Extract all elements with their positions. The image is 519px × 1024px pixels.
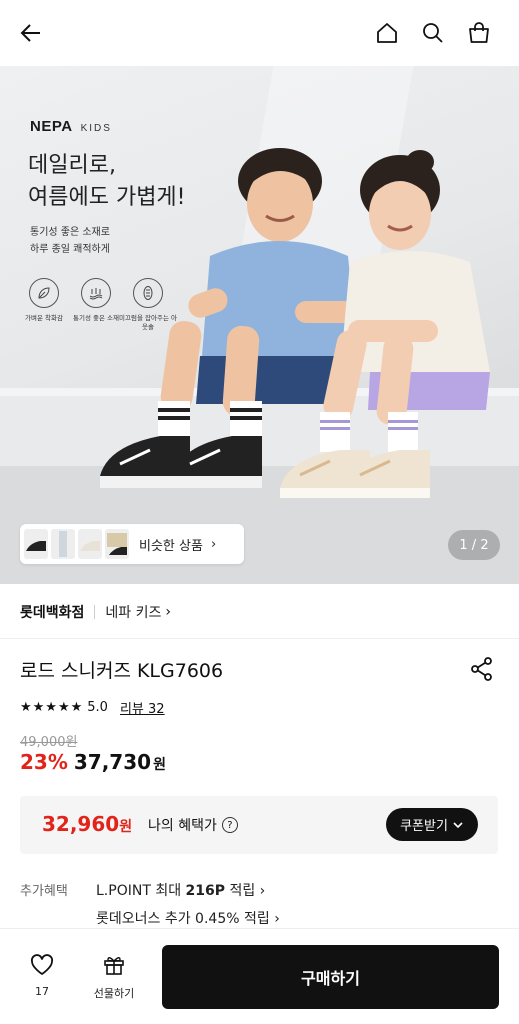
lotte-owners-benefit-link[interactable]: 롯데오너스 추가 0.45% 적립 › xyxy=(96,908,280,928)
leaf-icon xyxy=(29,278,59,308)
image-pager: 1 / 2 xyxy=(448,530,500,560)
bottom-action-bar: 17 선물하기 구매하기 xyxy=(0,928,519,1024)
coupon-button[interactable]: 쿠폰받기 xyxy=(386,808,478,841)
buy-button[interactable]: 구매하기 xyxy=(162,945,499,1009)
product-hero-image[interactable]: NEPA KIDS 데일리로, 여름에도 가볍게! 통기성 좋은 소재로 하루 … xyxy=(0,66,519,584)
chevron-right-icon: › xyxy=(165,604,171,620)
brand-row: 롯데백화점 네파 키즈 › xyxy=(20,601,171,623)
price-row: 23% 37,730 원 xyxy=(20,750,166,774)
help-icon[interactable]: ? xyxy=(221,817,238,833)
rating-row: ★★★★★ 5.0 리뷰 32 xyxy=(20,698,165,717)
shopping-bag-icon[interactable] xyxy=(464,18,494,48)
review-link[interactable]: 리뷰 32 xyxy=(120,698,165,717)
star-rating-icon: ★★★★★ xyxy=(20,700,84,715)
top-bar xyxy=(0,0,519,66)
like-button[interactable]: 17 xyxy=(22,953,62,998)
back-arrow-icon[interactable] xyxy=(16,18,46,48)
similar-thumb xyxy=(78,529,102,559)
divider xyxy=(0,638,519,639)
currency-unit: 원 xyxy=(153,757,166,773)
similar-products-button[interactable]: 비슷한 상품 › xyxy=(20,524,244,564)
share-icon[interactable] xyxy=(469,656,495,682)
chevron-down-icon xyxy=(453,821,463,828)
original-price: 49,000원 xyxy=(20,735,78,750)
home-icon[interactable] xyxy=(372,18,402,48)
product-title: 로드 스니커즈 KLG7606 xyxy=(20,660,224,682)
similar-thumb xyxy=(51,529,75,559)
feature-lightweight: 가벼운 착화감 xyxy=(14,278,74,323)
brand-divider xyxy=(94,605,96,619)
brand-link[interactable]: 네파 키즈 xyxy=(105,602,161,622)
similar-products-label: 비슷한 상품 xyxy=(139,538,203,554)
brand-logo: NEPA KIDS xyxy=(30,118,112,135)
benefit-label: 나의 혜택가 ? xyxy=(148,815,238,835)
sale-price: 37,730 xyxy=(73,750,152,774)
store-name[interactable]: 롯데백화점 xyxy=(20,602,84,622)
girl-model-illustration xyxy=(280,150,490,498)
gift-label: 선물하기 xyxy=(93,987,135,1000)
similar-thumb xyxy=(24,529,48,559)
benefit-price: 32,960원 xyxy=(42,812,133,836)
extra-benefit-label: 추가혜택 xyxy=(20,884,68,899)
benefit-price-box: 32,960원 나의 혜택가 ? 쿠폰받기 xyxy=(20,796,498,854)
gift-icon xyxy=(104,957,124,975)
similar-thumb xyxy=(105,529,129,559)
discount-rate: 23% xyxy=(20,750,68,774)
rating-score: 5.0 xyxy=(87,700,108,715)
lpoint-benefit-link[interactable]: L.POINT 최대 216P 적립 › xyxy=(96,880,265,900)
heart-icon xyxy=(30,954,54,975)
like-count: 17 xyxy=(35,985,49,998)
search-icon[interactable] xyxy=(418,18,448,48)
gift-button[interactable]: 선물하기 xyxy=(88,953,140,1001)
chevron-right-icon: › xyxy=(210,536,217,552)
